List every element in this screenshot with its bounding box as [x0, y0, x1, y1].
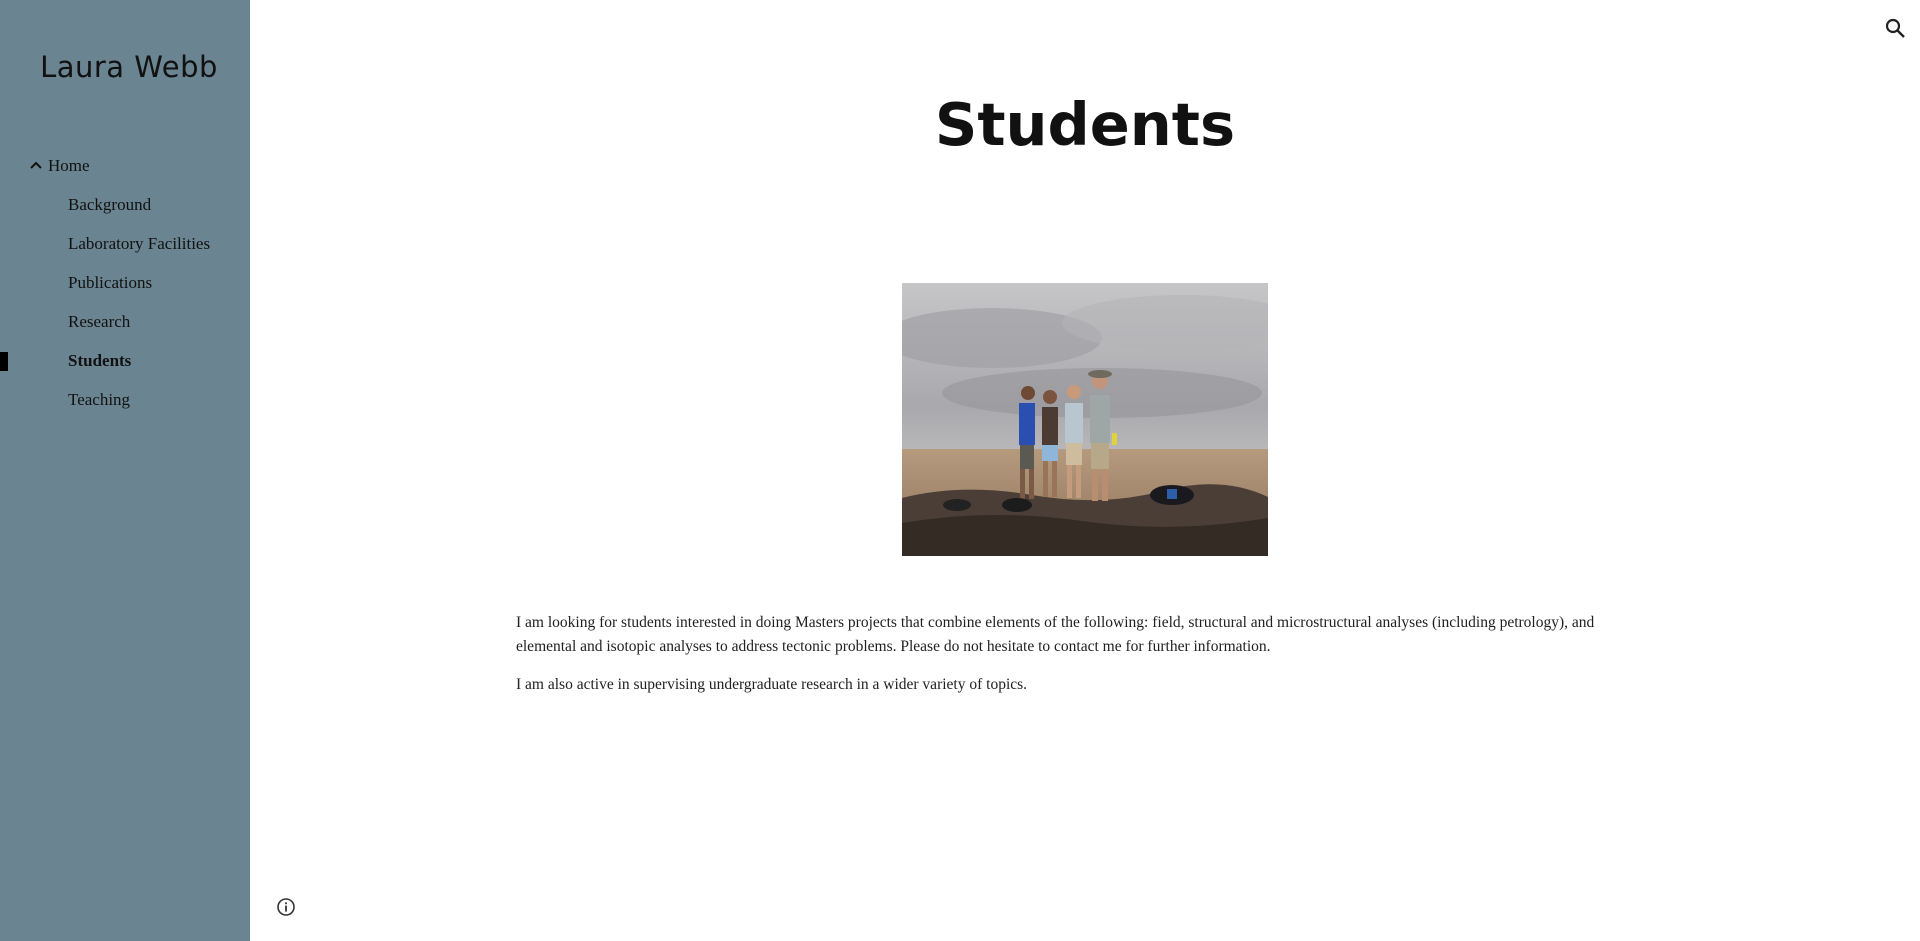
- sidebar-item-home[interactable]: Home: [48, 154, 90, 178]
- paragraph-undergraduate: I am also active in supervising undergra…: [516, 676, 1028, 693]
- group-photo: [902, 283, 1268, 556]
- sidebar-item-students[interactable]: Students: [68, 349, 131, 373]
- sidebar-item-research[interactable]: Research: [68, 310, 130, 334]
- site-title[interactable]: Laura Webb: [0, 50, 258, 84]
- sidebar-item-laboratory-facilities[interactable]: Laboratory Facilities: [68, 232, 210, 256]
- chevron-up-icon[interactable]: [28, 157, 44, 173]
- active-item-marker: [0, 352, 8, 371]
- paragraph-students-masters: I am looking for students interested in …: [516, 614, 1595, 655]
- sidebar: Laura Webb Home Background Laboratory Fa…: [0, 0, 250, 941]
- group-photo-image: [902, 283, 1268, 556]
- search-icon[interactable]: [1883, 16, 1907, 40]
- page-title: Students: [934, 90, 1236, 159]
- sidebar-item-teaching[interactable]: Teaching: [68, 388, 130, 412]
- info-icon[interactable]: [276, 897, 296, 917]
- sidebar-item-publications[interactable]: Publications: [68, 271, 152, 295]
- sidebar-item-background[interactable]: Background: [68, 193, 151, 217]
